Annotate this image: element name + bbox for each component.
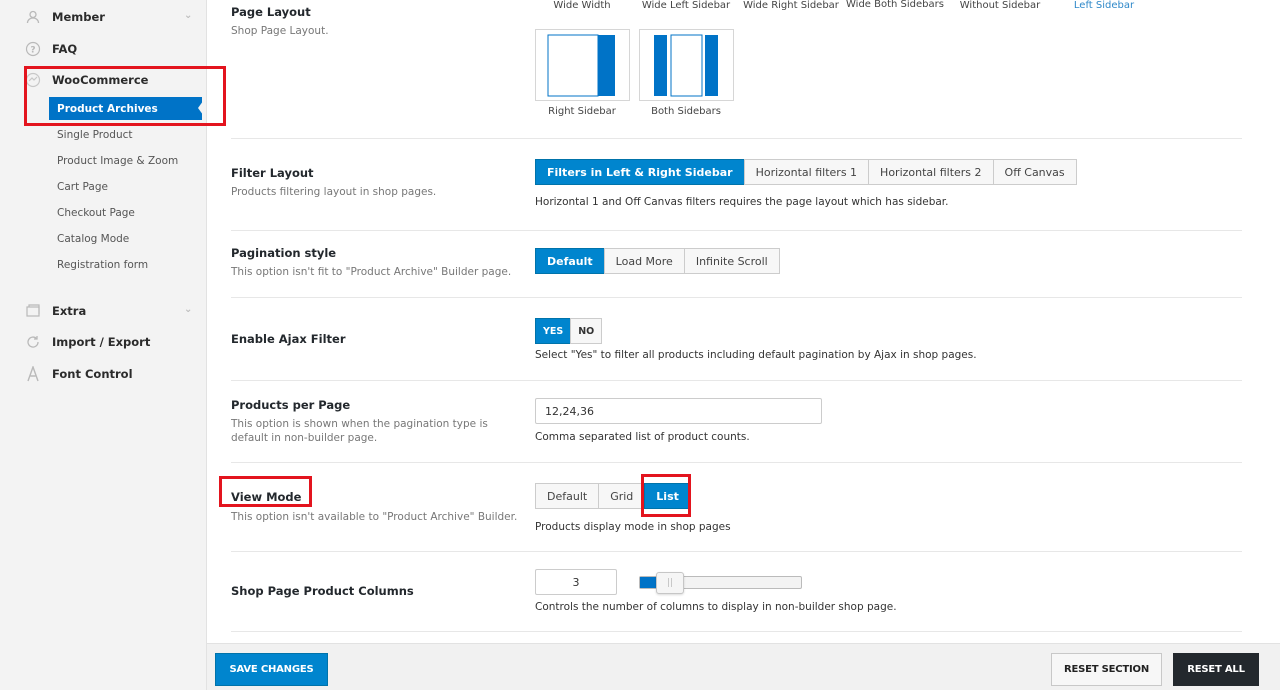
view-mode-desc: This option isn't available to "Product … — [231, 511, 518, 523]
view-mode-option-list[interactable]: List — [644, 483, 691, 509]
sidebar-item-label: Extra — [52, 304, 87, 318]
divider — [231, 297, 1242, 298]
product-columns-note: Controls the number of columns to displa… — [535, 601, 897, 613]
sidebar-item-faq[interactable]: ? FAQ — [24, 39, 77, 59]
filter-option-off-canvas[interactable]: Off Canvas — [992, 159, 1077, 185]
pagination-option-infinite-scroll[interactable]: Infinite Scroll — [683, 248, 780, 274]
question-icon: ? — [24, 40, 42, 58]
filter-option-horizontal-1[interactable]: Horizontal filters 1 — [743, 159, 870, 185]
sidebar-item-extra[interactable]: Extra ⌄ — [24, 301, 192, 321]
reset-section-button[interactable]: RESET SECTION — [1051, 653, 1162, 686]
filter-layout-options: Filters in Left & Right Sidebar Horizont… — [535, 159, 1077, 185]
sidebar-item-product-archives[interactable]: Product Archives — [49, 97, 206, 120]
ajax-filter-yes[interactable]: YES — [535, 318, 572, 344]
filter-layout-desc: Products filtering layout in shop pages. — [231, 186, 437, 198]
divider — [231, 462, 1242, 463]
user-icon — [24, 8, 42, 26]
slider-handle[interactable]: || — [656, 572, 684, 594]
filter-layout-note: Horizontal 1 and Off Canvas filters requ… — [535, 196, 949, 208]
pagination-option-load-more[interactable]: Load More — [603, 248, 685, 274]
divider — [231, 631, 1242, 632]
layout-option-wide-right-sidebar[interactable]: Wide Right Sidebar — [736, 0, 846, 12]
sidebar-subitem-catalog-mode[interactable]: Catalog Mode — [57, 233, 129, 245]
product-columns-input[interactable]: 3 — [535, 569, 617, 595]
layout-thumb-right-sidebar[interactable] — [535, 29, 630, 101]
sidebar-item-label: Import / Export — [52, 335, 151, 349]
sidebar-item-label: WooCommerce — [52, 73, 149, 87]
products-per-page-desc-line1: This option is shown when the pagination… — [231, 418, 488, 430]
pagination-desc: This option isn't fit to "Product Archiv… — [231, 266, 512, 278]
options-footer: SAVE CHANGES RESET SECTION RESET ALL — [207, 643, 1280, 690]
ajax-filter-no[interactable]: NO — [570, 318, 603, 344]
svg-text:?: ? — [30, 46, 35, 56]
slider-fill — [640, 577, 656, 588]
font-icon — [24, 365, 42, 383]
filter-layout-title: Filter Layout — [231, 166, 314, 180]
ajax-filter-title: Enable Ajax Filter — [231, 332, 346, 346]
chevron-down-icon: ⌄ — [184, 304, 193, 315]
sidebar-item-import-export[interactable]: Import / Export — [24, 332, 150, 352]
products-per-page-desc-line2: default in non-builder page. — [231, 432, 378, 444]
page-layout-title: Page Layout — [231, 5, 311, 19]
view-mode-option-grid[interactable]: Grid — [598, 483, 646, 509]
filter-option-horizontal-2[interactable]: Horizontal filters 2 — [868, 159, 994, 185]
chevron-down-icon: ⌄ — [184, 10, 193, 21]
divider — [231, 551, 1242, 552]
pagination-option-default[interactable]: Default — [535, 248, 605, 274]
layout-option-wide-width[interactable]: Wide Width — [527, 0, 637, 12]
save-changes-button[interactable]: SAVE CHANGES — [215, 653, 328, 686]
products-per-page-input[interactable]: 12,24,36 — [535, 398, 822, 424]
divider — [231, 138, 1242, 139]
ajax-filter-toggle: YES NO — [535, 318, 603, 344]
refresh-icon — [24, 333, 42, 351]
reset-all-button[interactable]: RESET ALL — [1173, 653, 1259, 686]
layout-thumb-both-sidebars[interactable] — [639, 29, 734, 101]
products-per-page-note: Comma separated list of product counts. — [535, 431, 750, 443]
view-mode-note: Products display mode in shop pages — [535, 521, 731, 533]
sidebar-subitem-cart-page[interactable]: Cart Page — [57, 181, 108, 193]
view-mode-title: View Mode — [231, 490, 302, 504]
layout-option-wide-both-sidebars[interactable]: Wide Both Sidebars — [840, 0, 950, 11]
ajax-filter-note: Select "Yes" to filter all products incl… — [535, 349, 977, 361]
sidebar-subitem-registration-form[interactable]: Registration form — [57, 259, 148, 271]
layout-option-wide-left-sidebar[interactable]: Wide Left Sidebar — [631, 0, 741, 12]
sidebar-item-label: Font Control — [52, 367, 133, 381]
sidebar-item-label: Member — [52, 10, 105, 24]
layout-option-left-sidebar[interactable]: Left Sidebar — [1049, 0, 1159, 12]
page-layout-desc: Shop Page Layout. — [231, 25, 329, 37]
view-mode-option-default[interactable]: Default — [535, 483, 600, 509]
extra-icon — [24, 302, 42, 320]
woocommerce-icon — [24, 71, 42, 89]
filter-option-left-right-sidebar[interactable]: Filters in Left & Right Sidebar — [535, 159, 745, 185]
divider — [231, 380, 1242, 381]
pagination-options: Default Load More Infinite Scroll — [535, 248, 780, 274]
view-mode-options: Default Grid List — [535, 483, 691, 509]
sidebar-item-woocommerce[interactable]: WooCommerce — [24, 70, 148, 90]
options-panel: Page Layout Shop Page Layout. Wide Width… — [207, 0, 1280, 690]
sidebar-item-font-control[interactable]: Font Control — [24, 364, 133, 384]
divider — [231, 230, 1242, 231]
layout-label-right-sidebar: Right Sidebar — [548, 106, 616, 117]
options-sidebar: Member ⌄ ? FAQ WooCommerce Product Archi… — [0, 0, 207, 690]
pagination-title: Pagination style — [231, 246, 337, 260]
layout-label-both-sidebars: Both Sidebars — [651, 106, 721, 117]
product-columns-slider[interactable]: || — [639, 572, 802, 594]
sidebar-item-label: FAQ — [52, 42, 78, 56]
sidebar-subitem-product-image-zoom[interactable]: Product Image & Zoom — [57, 155, 178, 167]
layout-option-without-sidebar[interactable]: Without Sidebar — [945, 0, 1055, 12]
sidebar-item-member[interactable]: Member ⌄ — [24, 7, 192, 27]
products-per-page-title: Products per Page — [231, 398, 351, 412]
sidebar-subitem-single-product[interactable]: Single Product — [57, 129, 132, 141]
product-columns-title: Shop Page Product Columns — [231, 584, 414, 598]
sidebar-subitem-checkout-page[interactable]: Checkout Page — [57, 207, 135, 219]
